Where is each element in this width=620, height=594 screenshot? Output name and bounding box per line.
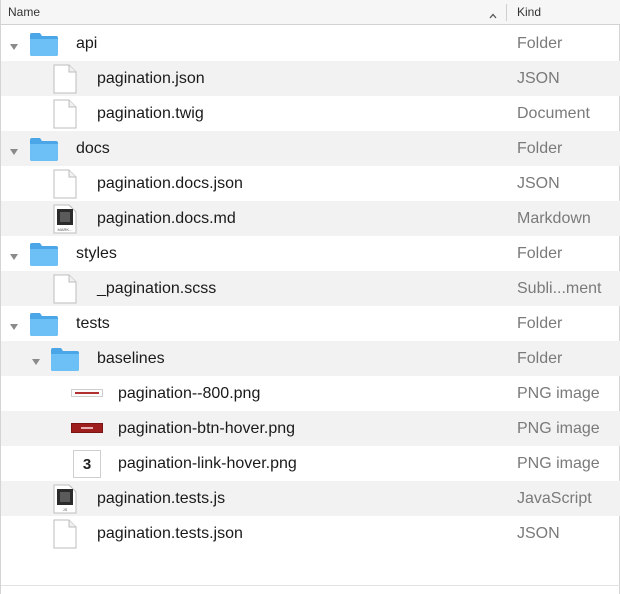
item-kind: Folder (517, 245, 563, 262)
item-kind: PNG image (517, 455, 600, 472)
list-item-docs[interactable]: docs Folder (1, 131, 620, 166)
folder-icon (29, 241, 58, 267)
list-item-pagination-scss[interactable]: _pagination.scss Subli...ment (1, 271, 620, 306)
item-name: docs (76, 140, 110, 157)
item-kind: Folder (517, 140, 563, 157)
disclosure-triangle-icon[interactable] (9, 144, 19, 155)
name-column-header[interactable]: Name (8, 0, 498, 24)
item-kind: JSON (517, 70, 560, 87)
disclosure-triangle-icon[interactable] (9, 39, 19, 50)
item-name: baselines (97, 350, 165, 367)
item-kind: JSON (517, 525, 560, 542)
column-header: Name Kind (1, 0, 620, 25)
item-kind: Markdown (517, 210, 591, 227)
folder-icon (29, 31, 58, 57)
item-kind: Subli...ment (517, 280, 602, 297)
chevron-up-icon[interactable] (488, 8, 498, 19)
item-name: pagination.docs.md (97, 210, 236, 227)
kind-column-header[interactable]: Kind (517, 0, 615, 24)
item-name: pagination.tests.json (97, 525, 243, 542)
markdown-badge: MARK... (58, 227, 73, 232)
item-kind: Folder (517, 35, 563, 52)
list-item-pagination-tests-js[interactable]: JS pagination.tests.js JavaScript (1, 481, 620, 516)
image-thumbnail-icon (71, 386, 103, 400)
item-kind: JSON (517, 175, 560, 192)
document-icon (52, 169, 80, 199)
list-item-pagination-link-hover-png[interactable]: 3 pagination-link-hover.png PNG image (1, 446, 620, 481)
item-kind: PNG image (517, 385, 600, 402)
item-name: _pagination.scss (97, 280, 217, 297)
folder-icon (29, 311, 58, 337)
list-item-baselines[interactable]: baselines Folder (1, 341, 620, 376)
disclosure-triangle-icon[interactable] (31, 354, 41, 365)
item-name: pagination-link-hover.png (118, 455, 297, 472)
item-name: api (76, 35, 98, 52)
folder-icon (50, 346, 79, 372)
item-name: tests (76, 315, 110, 332)
document-icon (52, 64, 80, 94)
item-kind: JavaScript (517, 490, 592, 507)
disclosure-triangle-icon[interactable] (9, 249, 19, 260)
image-thumbnail-icon (71, 421, 103, 435)
folder-icon (29, 136, 58, 162)
list-item-tests[interactable]: tests Folder (1, 306, 620, 341)
list-item-pagination-json[interactable]: pagination.json JSON (1, 61, 620, 96)
js-badge: JS (63, 507, 68, 512)
document-icon (52, 519, 80, 549)
item-kind: Document (517, 105, 590, 122)
list-item-pagination-docs-json[interactable]: pagination.docs.json JSON (1, 166, 620, 201)
disclosure-triangle-icon[interactable] (9, 319, 19, 330)
list-item-pagination-tests-json[interactable]: pagination.tests.json JSON (1, 516, 620, 551)
file-list: api Folder pagination.json JSON paginati… (1, 26, 620, 551)
list-item-pagination-800-png[interactable]: pagination--800.png PNG image (1, 376, 620, 411)
item-name: pagination--800.png (118, 385, 261, 402)
document-icon (52, 274, 80, 304)
column-divider[interactable] (506, 4, 507, 21)
list-item-pagination-docs-md[interactable]: MARK... pagination.docs.md Markdown (1, 201, 620, 236)
item-kind: Folder (517, 350, 563, 367)
list-item-pagination-twig[interactable]: pagination.twig Document (1, 96, 620, 131)
item-name: styles (76, 245, 117, 262)
item-name: pagination.twig (97, 105, 204, 122)
list-item-api[interactable]: api Folder (1, 26, 620, 61)
document-icon (52, 99, 80, 129)
item-name: pagination-btn-hover.png (118, 420, 296, 437)
item-name: pagination.json (97, 70, 205, 87)
item-kind: PNG image (517, 420, 600, 437)
item-kind: Folder (517, 315, 563, 332)
thumbnail-text: 3 (83, 456, 91, 473)
item-name: pagination.docs.json (97, 175, 243, 192)
finder-list-view: Name Kind api Folder pagination.json JSO… (0, 0, 620, 594)
item-name: pagination.tests.js (97, 490, 226, 507)
javascript-file-icon: JS (52, 484, 80, 514)
list-item-styles[interactable]: styles Folder (1, 236, 620, 271)
list-bottom-divider (1, 585, 620, 586)
image-thumbnail-icon: 3 (73, 450, 101, 478)
list-item-pagination-btn-hover-png[interactable]: pagination-btn-hover.png PNG image (1, 411, 620, 446)
markdown-file-icon: MARK... (52, 204, 80, 234)
